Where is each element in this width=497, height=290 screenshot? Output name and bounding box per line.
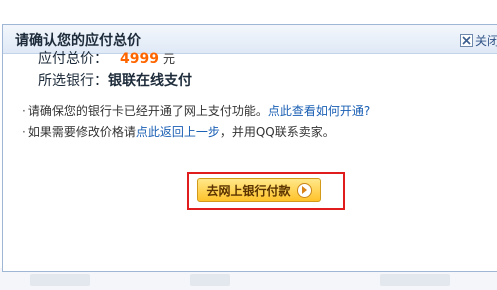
close-button[interactable]: 关闭 [459,32,497,49]
background-hint [30,274,90,286]
close-label[interactable]: 关闭 [475,32,497,49]
background-hint [380,274,450,286]
bank-value: 银联在线支付 [108,73,192,89]
note-text: 请确保您的银行卡已经开通了网上支付功能。 [27,104,268,118]
close-icon[interactable] [459,34,473,47]
payment-notes: · 请确保您的银行卡已经开通了网上支付功能。点此查看如何开通? · 如果需要修改价格… [22,101,370,143]
total-amount-row: 应付总价： 4999 元 [38,48,175,68]
note-text: 如果需要修改价格请 [27,125,136,139]
background-hint [190,274,230,286]
note-text: ，并用QQ联系卖家。 [219,125,335,139]
go-back-link[interactable]: 点此返回上一步 [136,125,220,139]
selected-bank-row: 所选银行：银联在线支付 [38,70,192,90]
go-to-online-bank-button[interactable]: 去网上银行付款 [197,178,321,202]
total-unit: 元 [162,52,175,66]
total-label: 应付总价： [38,51,108,67]
total-value: 4999 [120,51,159,67]
pay-button-label[interactable]: 去网上银行付款 [206,182,290,199]
note-line: · 请确保您的银行卡已经开通了网上支付功能。点此查看如何开通? [22,101,370,122]
dialog-title: 请确认您的应付总价 [15,33,141,49]
note-line: · 如果需要修改价格请点此返回上一步，并用QQ联系卖家。 [22,122,370,143]
bank-label: 所选银行： [38,73,108,89]
bullet: · [22,104,26,118]
how-to-enable-link[interactable]: 点此查看如何开通? [268,104,370,118]
bullet: · [22,125,26,139]
arrow-right-icon[interactable] [296,182,312,198]
page: 请确认您的应付总价 关闭 应付总价： 4999 元 所选银行：银联在线支付 · 请… [0,0,497,290]
